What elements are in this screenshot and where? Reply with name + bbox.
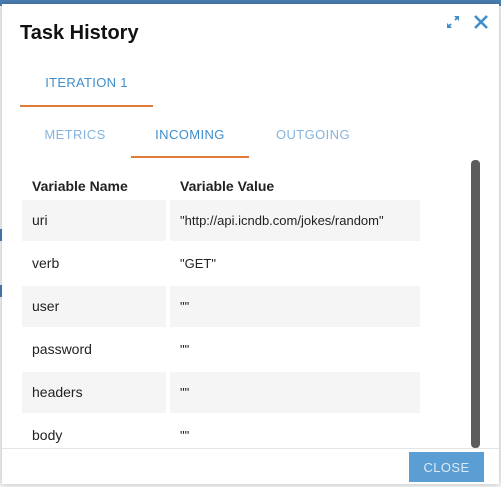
table-row: headers "" — [22, 372, 420, 413]
variable-name-cell: password — [32, 341, 92, 357]
tab-iteration-1[interactable]: ITERATION 1 — [20, 68, 153, 107]
table-row: uri "http://api.icndb.com/jokes/random" — [22, 200, 420, 241]
table-row: user "" — [22, 286, 420, 327]
task-history-dialog: Task History ITERATION 1 METRICS INCOMIN… — [2, 4, 499, 484]
table-row: password "" — [22, 329, 420, 370]
variable-value-cell: "" — [170, 286, 420, 327]
tab-metrics[interactable]: METRICS — [20, 120, 130, 158]
variable-name-cell: headers — [22, 372, 166, 413]
column-header-value: Variable Value — [180, 178, 275, 194]
tab-iteration-label: ITERATION 1 — [45, 75, 128, 90]
expand-icon[interactable] — [445, 14, 461, 30]
close-button[interactable]: CLOSE — [409, 452, 484, 482]
variable-value-cell: "GET" — [180, 256, 216, 271]
variable-value-cell: "" — [170, 372, 420, 413]
column-header-name: Variable Name — [32, 178, 128, 194]
variable-name-cell: verb — [32, 255, 60, 271]
tab-outgoing[interactable]: OUTGOING — [253, 120, 373, 158]
vertical-scrollbar[interactable] — [471, 160, 480, 448]
variable-value-cell: "" — [180, 342, 190, 357]
close-icon[interactable] — [473, 14, 489, 30]
dialog-title: Task History — [20, 22, 139, 44]
table-row: verb "GET" — [22, 243, 420, 284]
variable-name-cell: user — [22, 286, 166, 327]
tab-incoming[interactable]: INCOMING — [131, 120, 249, 158]
page: Task History ITERATION 1 METRICS INCOMIN… — [0, 0, 501, 487]
variable-name-cell: uri — [22, 200, 166, 241]
variable-value-cell: "http://api.icndb.com/jokes/random" — [170, 200, 420, 241]
